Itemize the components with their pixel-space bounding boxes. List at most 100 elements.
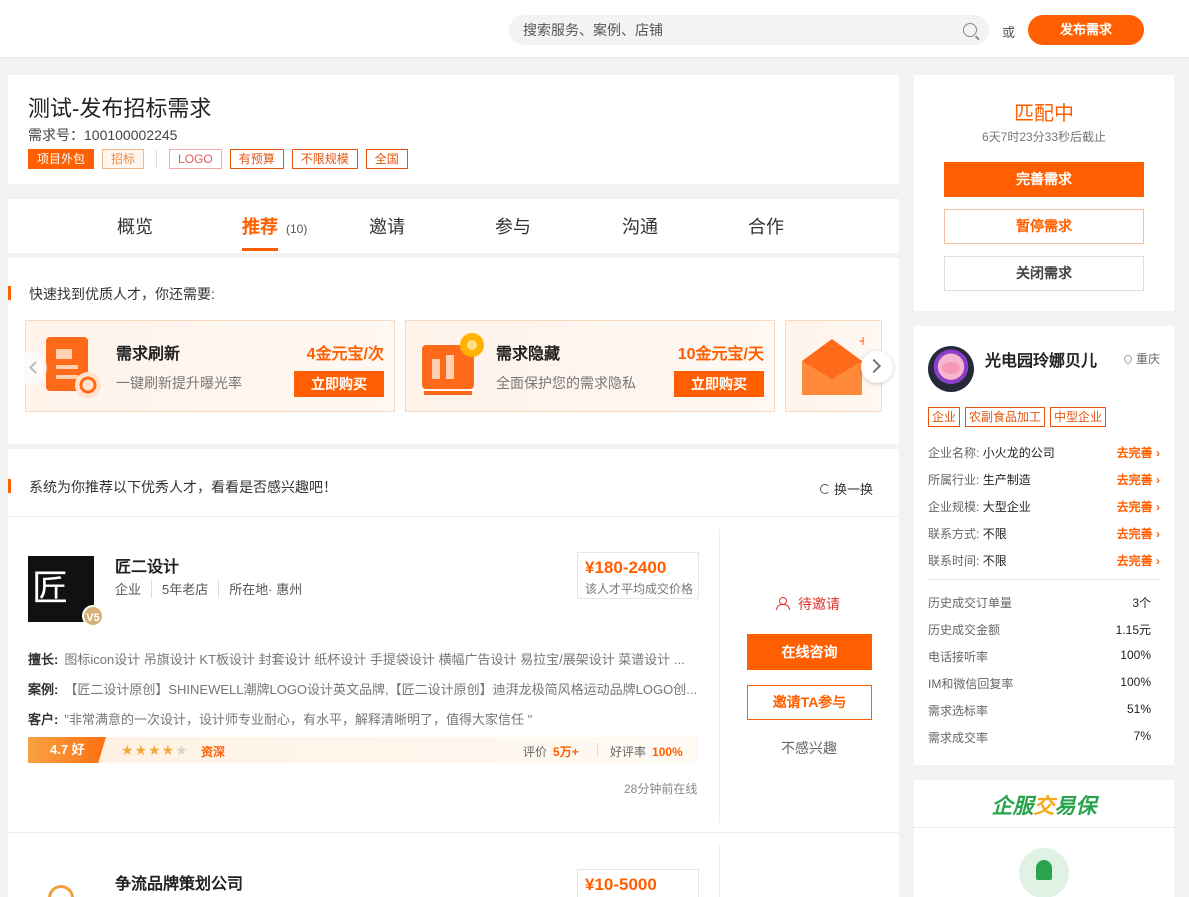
- buy-hide-button[interactable]: 立即购买: [674, 371, 764, 397]
- client-label: 客户:: [28, 712, 59, 727]
- search-box[interactable]: [509, 15, 989, 45]
- invite-status-label: 待邀请: [798, 596, 840, 612]
- chevron-right-icon: [866, 358, 882, 374]
- close-requirement-button[interactable]: 关闭需求: [944, 256, 1144, 291]
- tag-budget: 有预算: [229, 149, 284, 169]
- invite-participate-button[interactable]: 邀请TA参与: [747, 685, 872, 720]
- complete-field-link[interactable]: 去完善 ›: [1117, 498, 1160, 515]
- search-input[interactable]: [523, 15, 943, 45]
- tab-overview[interactable]: 概览: [117, 213, 153, 239]
- tab-cooperate[interactable]: 合作: [748, 213, 784, 239]
- stat-value: 51%: [1126, 702, 1151, 716]
- cases-text[interactable]: 【匠二设计原创】SHINEWELL潮牌LOGO设计英文品牌,【匠二设计原创】迪湃…: [64, 682, 697, 697]
- star-icons-filled: ★★★★: [121, 742, 176, 758]
- match-status-card: 匹配中 6天7时23分33秒后截止 完善需求 暂停需求 关闭需求: [914, 75, 1174, 311]
- praise-rate: 好评率 100%: [610, 743, 683, 760]
- field-value: 不限: [982, 554, 1007, 568]
- company-tag: 中型企业: [1050, 407, 1107, 427]
- complete-field-label: 去完善: [1116, 473, 1153, 487]
- field-label: 企业规模: [928, 500, 977, 514]
- shop-name[interactable]: 匠二设计: [115, 553, 179, 577]
- tab-participate[interactable]: 参与: [495, 213, 531, 239]
- company-field-row: 企业名称: 小火龙的公司 去完善 ›: [928, 444, 1160, 461]
- company-tags: 企业 农副食品加工 中型企业: [928, 407, 1107, 427]
- company-field-row: 企业规模: 大型企业 去完善 ›: [928, 498, 1160, 515]
- stat-value: 3个: [1132, 596, 1151, 610]
- trust-title-part1: 企服: [991, 795, 1034, 818]
- trust-guarantee-card: 企服交易保: [914, 780, 1174, 897]
- complete-field-link[interactable]: 去完善 ›: [1117, 444, 1160, 461]
- company-stat-row: 历史成交金额 1.15元: [928, 621, 1160, 638]
- field-value: 不限: [982, 527, 1007, 541]
- company-tag: 农副食品加工: [965, 407, 1046, 427]
- quick-services-title: 快速找到优质人才，你还需要:: [29, 286, 215, 302]
- field-label: 联系方式: [928, 527, 977, 541]
- carousel-next-button[interactable]: [861, 351, 893, 383]
- tab-recommend[interactable]: 推荐 (10): [242, 213, 307, 239]
- chevron-left-icon: [29, 361, 42, 374]
- promo-refresh-name: 需求刷新: [116, 346, 181, 363]
- promo-refresh: 需求刷新 一键刷新提升曝光率 4金元宝/次 立即购买: [25, 320, 395, 412]
- tab-recommend-label: 推荐: [242, 217, 278, 237]
- company-stat-row: 需求选标率 51%: [928, 702, 1160, 719]
- complete-field-link[interactable]: 去完善 ›: [1117, 471, 1160, 488]
- rating-score: 4.7 好: [28, 737, 106, 763]
- shop2-name[interactable]: 争流品牌策划公司: [115, 870, 243, 894]
- complete-field-label: 去完善: [1116, 554, 1153, 568]
- envelope-icon: +: [802, 335, 864, 395]
- stat-label: IM和微信回复率: [928, 677, 1014, 691]
- tag-scale: 不限规模: [291, 149, 358, 169]
- company-tag: 企业: [928, 407, 961, 427]
- match-status-title: 匹配中: [1014, 103, 1074, 125]
- rating-separator: [597, 743, 598, 757]
- field-value: 小火龙的公司: [982, 446, 1055, 460]
- match-deadline: 6天7时23分33秒后截止: [981, 130, 1107, 144]
- complete-field-link[interactable]: 去完善 ›: [1117, 525, 1160, 542]
- online-consult-button[interactable]: 在线咨询: [747, 634, 872, 670]
- field-label: 所属行业: [928, 473, 977, 487]
- avatar[interactable]: [928, 346, 974, 392]
- improve-requirement-button[interactable]: 完善需求: [944, 162, 1144, 197]
- tab-invite[interactable]: 邀请: [369, 213, 405, 239]
- tab-recommend-count: (10): [286, 222, 308, 236]
- rank-label: 资深: [201, 745, 226, 759]
- refresh-document-icon: [46, 337, 101, 398]
- shop2-price-box: ¥10-5000: [577, 869, 699, 897]
- pause-requirement-button[interactable]: 暂停需求: [944, 209, 1144, 244]
- field-colon: :: [976, 554, 983, 568]
- hide-chart-icon: [422, 333, 484, 395]
- tag-logo: LOGO: [169, 149, 222, 169]
- section-marker: [8, 479, 11, 493]
- evaluation-count: 评价 5万+: [523, 743, 579, 760]
- shop2-price: ¥10-5000: [585, 875, 657, 894]
- stat-label: 需求选标率: [928, 704, 989, 718]
- search-icon[interactable]: [963, 23, 977, 37]
- not-interested-button[interactable]: 不感兴趣: [781, 738, 837, 758]
- company-field-row: 所属行业: 生产制造 去完善 ›: [928, 471, 1160, 488]
- shop-client-review: 客户: "非常满意的一次设计，设计师专业耐心，有水平，解释清晰明了，值得大家信任 …: [28, 709, 700, 728]
- field-label: 企业名称: [928, 446, 977, 460]
- refresh-recommendations-button[interactable]: 换一换: [819, 479, 873, 498]
- shop-price-label: 该人才平均成交价格: [585, 582, 694, 596]
- person-icon: [776, 597, 790, 610]
- complete-field-label: 去完善: [1116, 500, 1153, 514]
- field-value: 生产制造: [982, 473, 1031, 487]
- requirement-title: 测试-发布招标需求: [28, 96, 212, 121]
- location-pin-icon: [1122, 353, 1134, 365]
- buy-refresh-button[interactable]: 立即购买: [294, 371, 384, 397]
- requirement-number: 需求号：100100002245: [28, 127, 178, 143]
- stat-label: 需求成交率: [928, 731, 989, 745]
- shop2-logo[interactable]: [48, 885, 74, 897]
- client-text: "非常满意的一次设计，设计师专业耐心，有水平，解释清晰明了，值得大家信任 ": [64, 712, 533, 727]
- shop-divider: [8, 832, 899, 833]
- publish-requirement-button[interactable]: 发布需求: [1028, 15, 1144, 45]
- evaluation-value: 5万+: [553, 745, 579, 759]
- field-colon: :: [976, 473, 983, 487]
- praise-value: 100%: [652, 745, 683, 759]
- tab-communicate[interactable]: 沟通: [622, 213, 658, 239]
- shop-level-badge: V5: [82, 605, 104, 627]
- complete-field-link[interactable]: 去完善 ›: [1117, 552, 1160, 569]
- field-value: 大型企业: [982, 500, 1031, 514]
- star-icons-empty: ★: [175, 742, 189, 758]
- trust-title-part3: 易保: [1054, 795, 1097, 818]
